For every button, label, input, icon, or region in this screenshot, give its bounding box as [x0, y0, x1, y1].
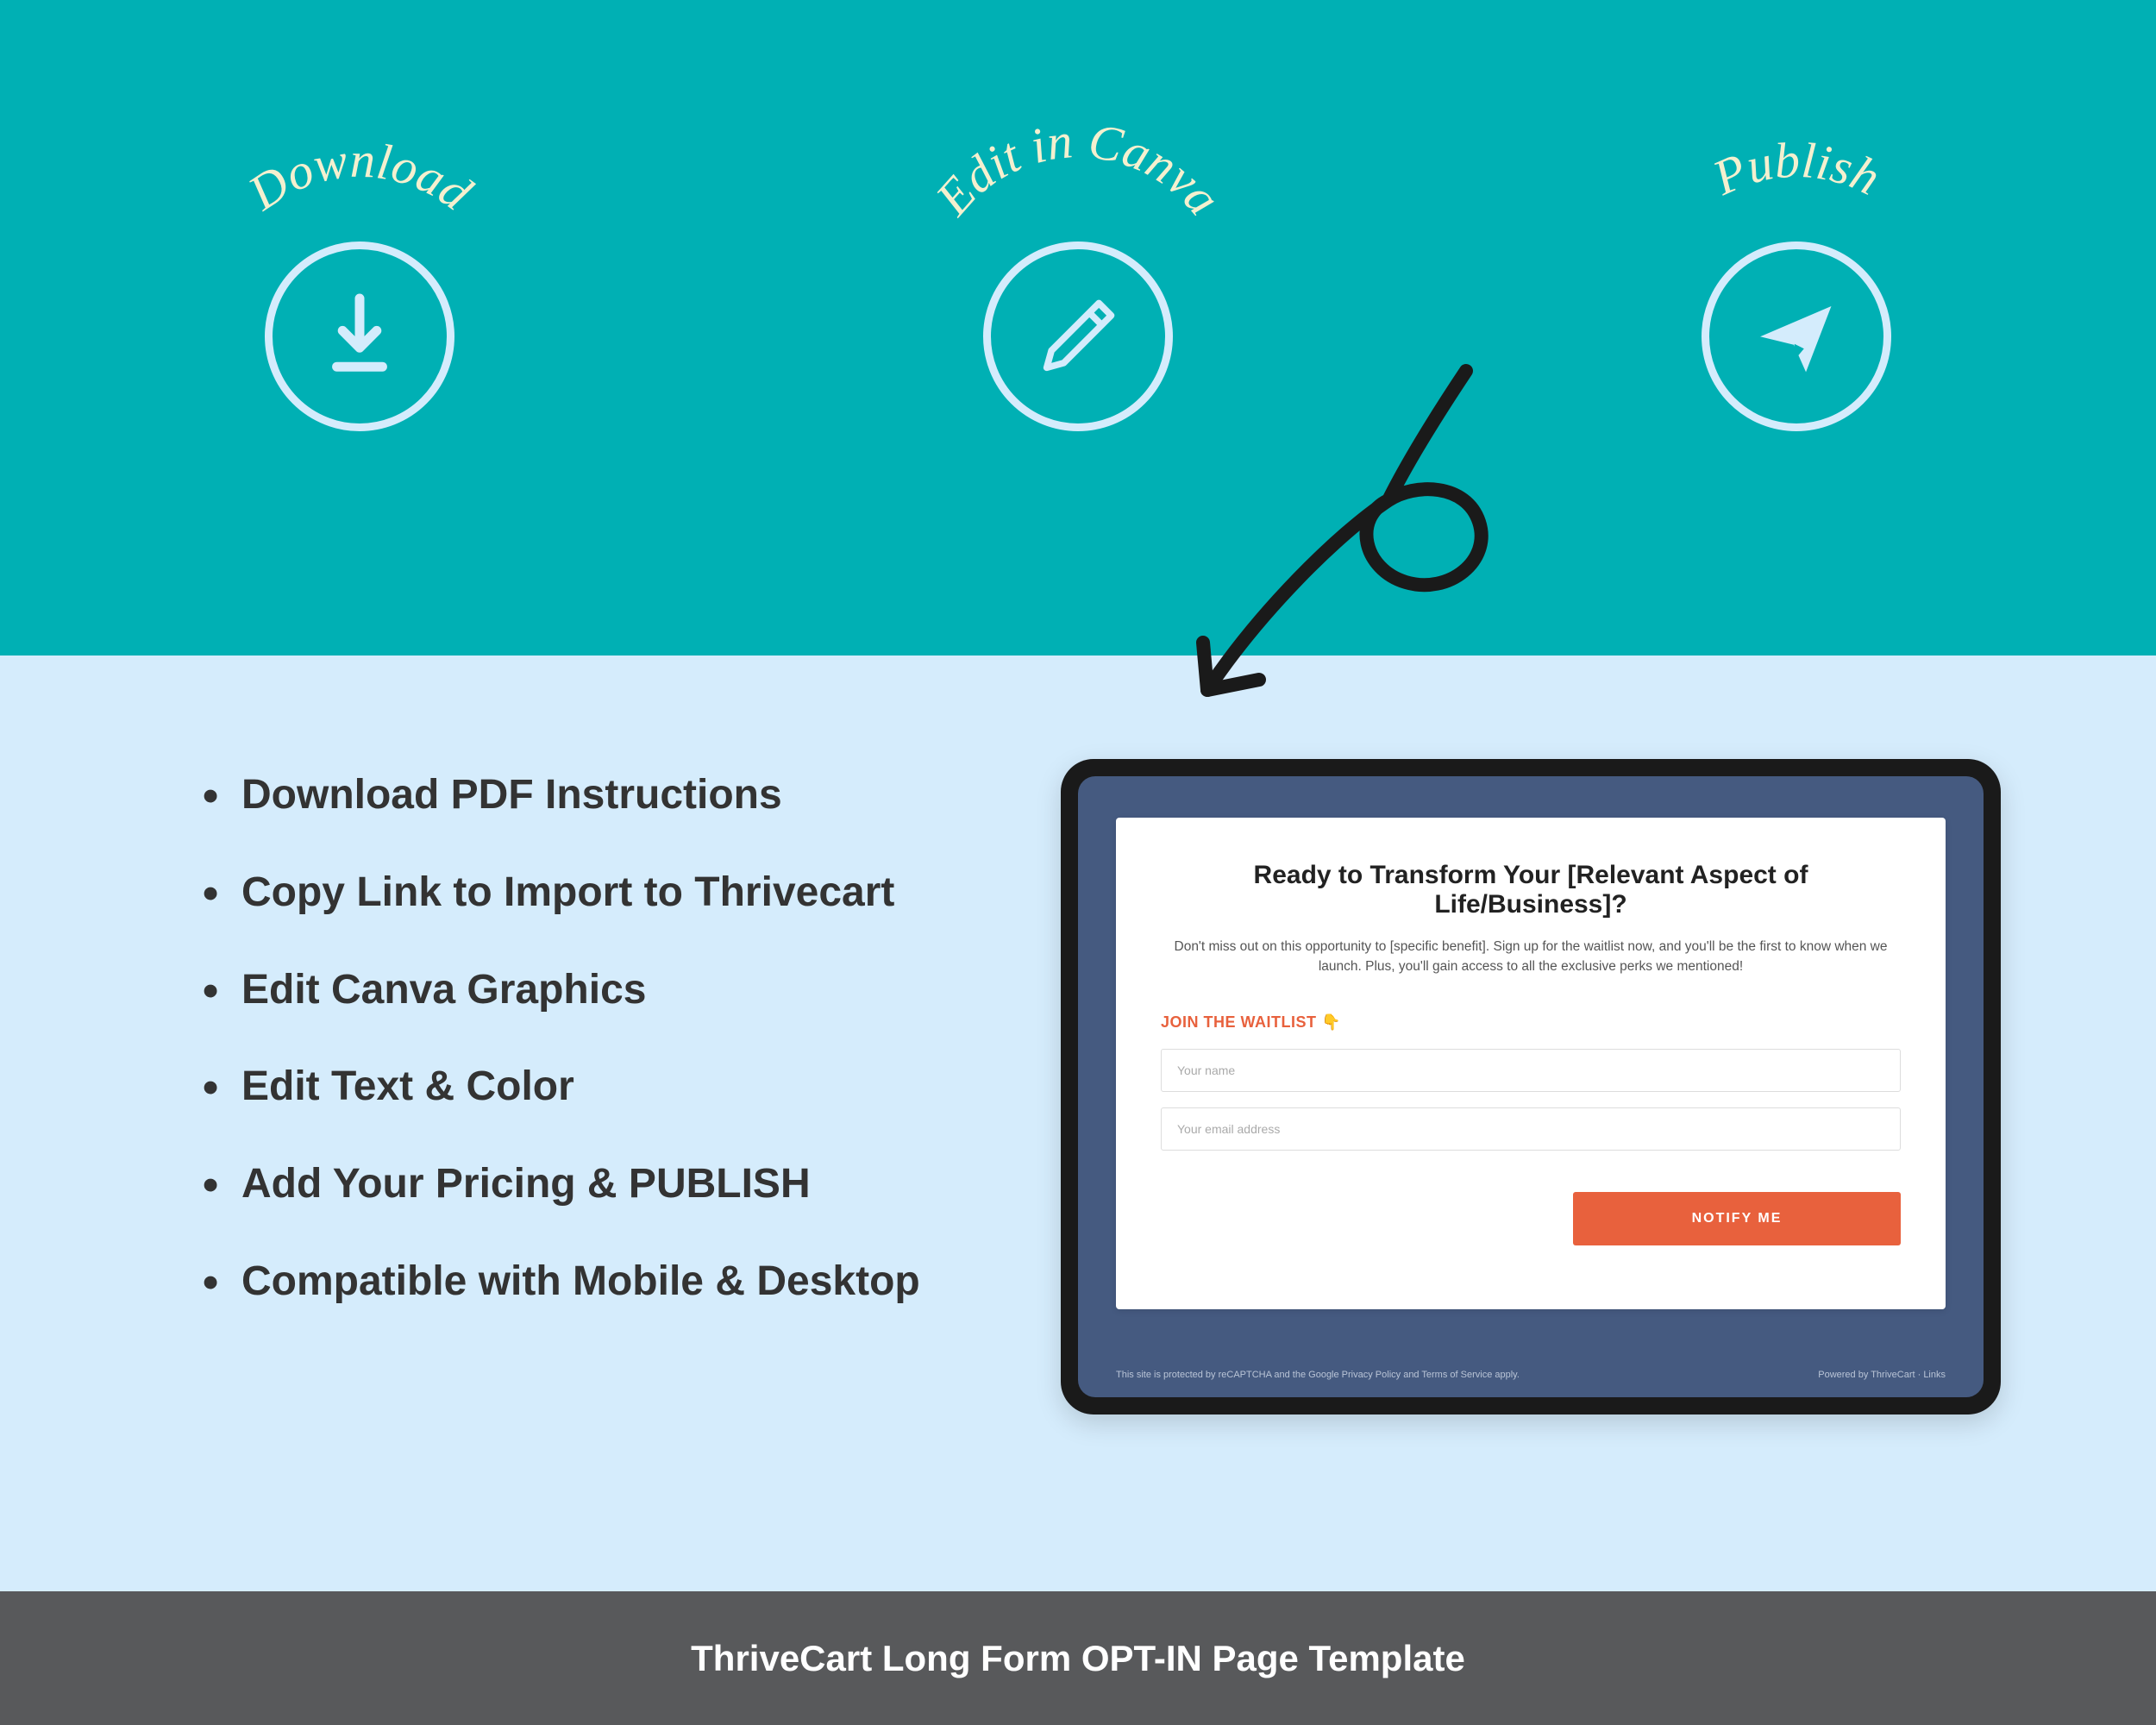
- step-publish: Publish: [1702, 129, 1891, 431]
- step-edit-label: Edit in Canva: [906, 125, 1250, 298]
- form-section-label: JOIN THE WAITLIST 👇: [1161, 1013, 1901, 1032]
- notify-button[interactable]: NOTIFY ME: [1573, 1192, 1901, 1245]
- optin-form-card: Ready to Transform Your [Relevant Aspect…: [1116, 818, 1946, 1309]
- step-publish-label: Publish: [1624, 125, 1969, 298]
- curly-arrow-icon: [1121, 362, 1552, 724]
- svg-text:Download: Download: [237, 132, 482, 222]
- step-download: Download: [265, 129, 454, 431]
- footer-title: ThriveCart Long Form OPT-IN Page Templat…: [691, 1638, 1465, 1679]
- hero-steps-section: Download Edit in Canva: [0, 0, 2156, 656]
- features-section: Download PDF Instructions Copy Link to I…: [0, 656, 2156, 1591]
- footer-powered: Powered by ThriveCart · Links: [1818, 1370, 1946, 1380]
- footer-legal: This site is protected by reCAPTCHA and …: [1116, 1370, 1520, 1380]
- form-subtitle: Don't miss out on this opportunity to [s…: [1161, 937, 1901, 977]
- tablet-mockup: Ready to Transform Your [Relevant Aspect…: [1061, 759, 2001, 1414]
- svg-text:Publish: Publish: [1704, 132, 1889, 207]
- tablet-footer: This site is protected by reCAPTCHA and …: [1116, 1370, 1946, 1380]
- name-field[interactable]: Your name: [1161, 1049, 1901, 1092]
- svg-text:Edit in Canva: Edit in Canva: [924, 112, 1232, 226]
- form-title: Ready to Transform Your [Relevant Aspect…: [1161, 861, 1901, 919]
- step-download-label: Download: [187, 125, 532, 298]
- email-field[interactable]: Your email address: [1161, 1107, 1901, 1151]
- tablet-screen: Ready to Transform Your [Relevant Aspect…: [1078, 776, 1984, 1397]
- footer-bar: ThriveCart Long Form OPT-IN Page Templat…: [0, 1591, 2156, 1725]
